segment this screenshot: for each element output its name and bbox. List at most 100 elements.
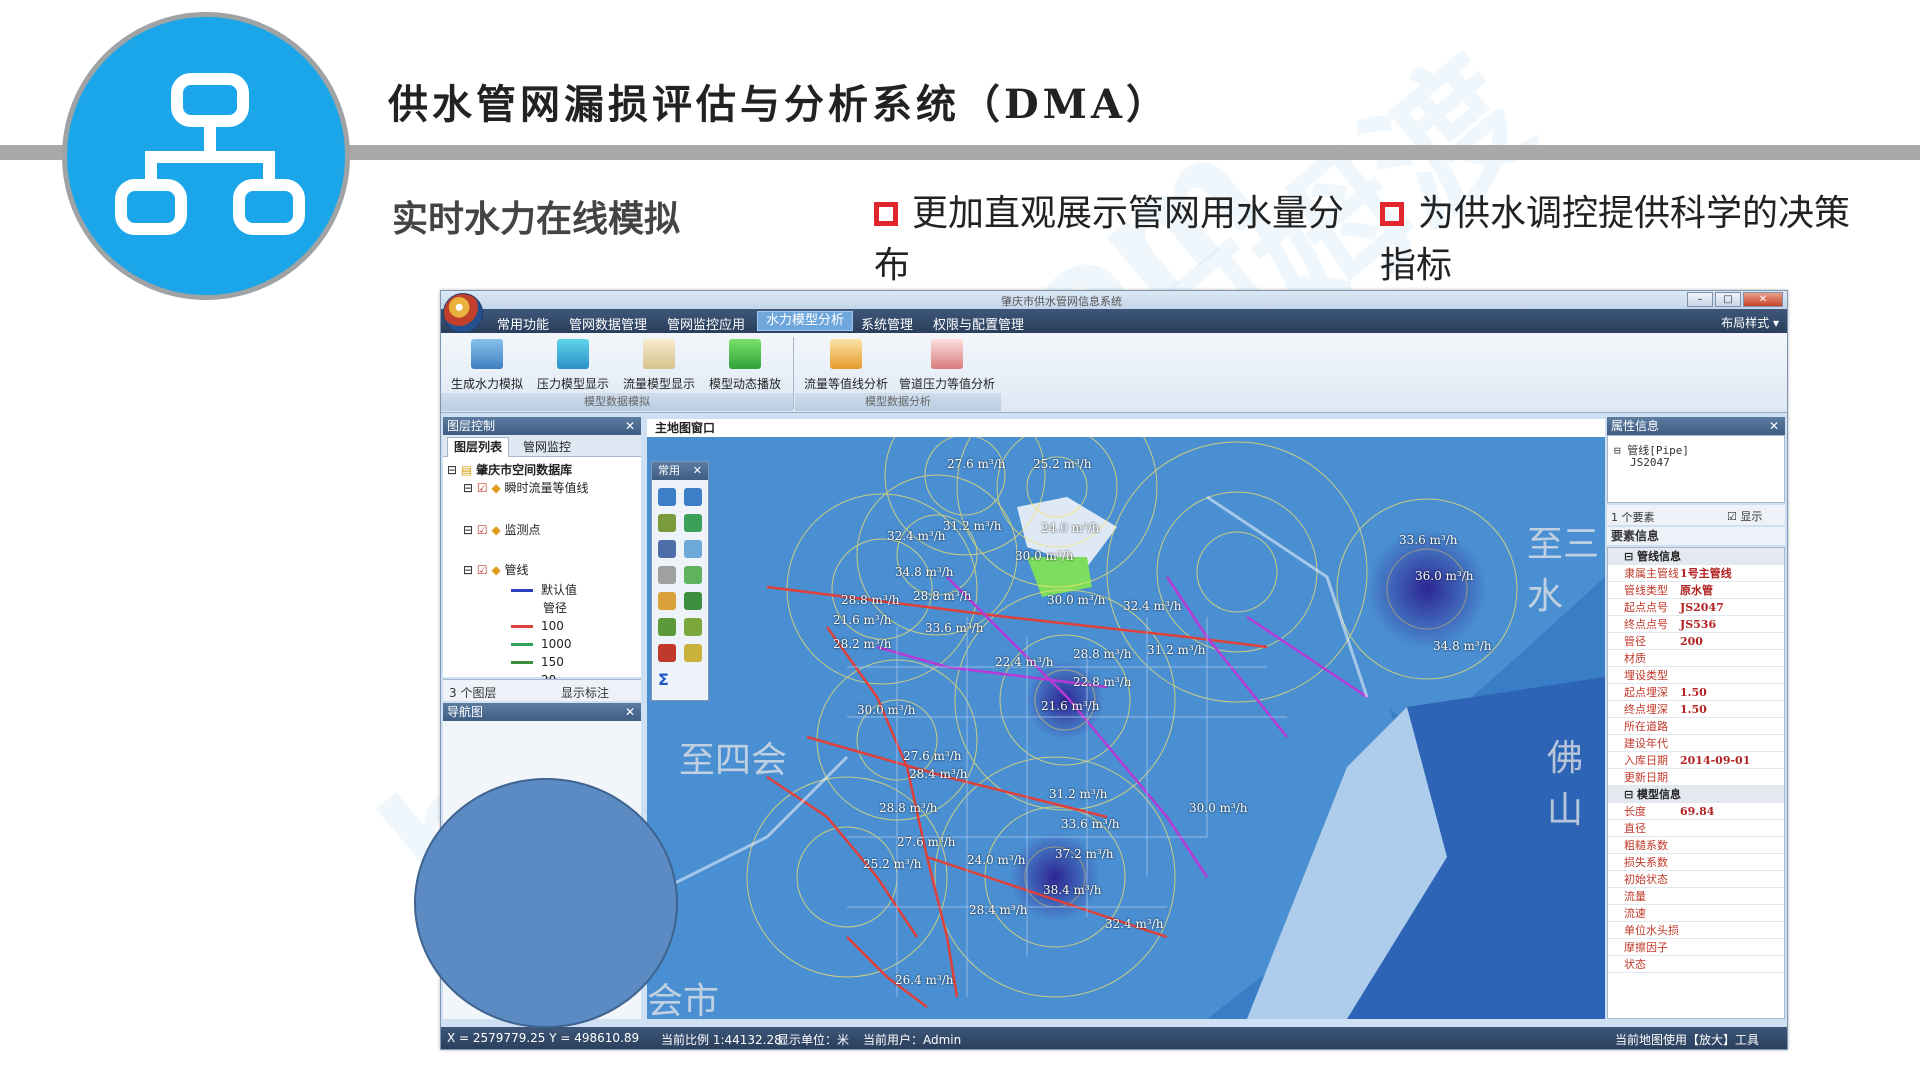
generate-simulation-button[interactable]: 生成水力模拟 [449, 339, 525, 392]
show-label-toggle[interactable]: 显示标注 [561, 684, 609, 701]
ribbon-group-label: 模型数据分析 [795, 393, 1001, 411]
buffer-icon[interactable] [684, 618, 702, 636]
property-row[interactable]: 更新日期 [1608, 769, 1784, 786]
layers-icon[interactable] [684, 540, 702, 558]
tab-network-monitor[interactable]: 管网监控 [523, 438, 571, 455]
property-key: 埋设类型 [1624, 669, 1668, 682]
property-row[interactable]: 粗糙系数 [1608, 837, 1784, 854]
property-row[interactable]: 起点点号 JS2047 [1608, 599, 1784, 616]
property-row[interactable]: 埋设类型 [1608, 667, 1784, 684]
menu-network-data[interactable]: 管网数据管理 [569, 314, 647, 333]
layout-style-dropdown[interactable]: 布局样式 ▾ [1721, 314, 1779, 331]
identify-icon[interactable] [658, 592, 676, 610]
collapse-icon[interactable]: ⊟ [463, 523, 473, 537]
property-row[interactable]: 所在道路 [1608, 718, 1784, 735]
property-row[interactable]: 损失系数 [1608, 854, 1784, 871]
property-row[interactable]: 流量 [1608, 888, 1784, 905]
logo [62, 12, 350, 300]
tree-child[interactable]: JS2047 [1630, 456, 1670, 469]
property-row[interactable]: 初始状态 [1608, 871, 1784, 888]
property-row[interactable]: 管线类型 原水管 [1608, 582, 1784, 599]
property-row[interactable]: 单位水头损 [1608, 922, 1784, 939]
menu-network-monitor[interactable]: 管网监控应用 [667, 314, 745, 333]
property-key: 起点点号 [1624, 601, 1668, 614]
select-icon[interactable] [658, 566, 676, 584]
minimize-button[interactable]: – [1687, 292, 1713, 307]
query-icon[interactable] [684, 592, 702, 610]
legend-label: 1000 [541, 637, 572, 651]
play-forward-icon [729, 339, 761, 369]
tab-layer-list[interactable]: 图层列表 [447, 437, 510, 457]
property-row[interactable]: 流速 [1608, 905, 1784, 922]
property-group[interactable]: ⊟ 管线信息 [1608, 548, 1784, 565]
close-icon[interactable]: ✕ [625, 417, 635, 435]
property-key: 入库日期 [1624, 754, 1668, 767]
flow-label: 33.6 m³/h [1061, 817, 1120, 831]
collapse-icon[interactable]: ⊟ [447, 463, 457, 477]
panel-title: 属性信息 [1611, 419, 1660, 433]
close-button[interactable]: ✕ [1743, 292, 1783, 307]
tree-root-label: 肇庆市空间数据库 [476, 463, 573, 477]
ribbon: 生成水力模拟 压力模型显示 流量模型显示 模型动态播放 流量等值线分析 管道压力… [441, 333, 1787, 413]
property-grid: ⊟ 管线信息 隶属主管线 1号主管线 管线类型 原水管 起点点号 JS2047 终点点… [1607, 547, 1785, 1019]
property-row[interactable]: 隶属主管线 1号主管线 [1608, 565, 1784, 582]
flow-model-button[interactable]: 流量模型显示 [621, 339, 697, 392]
flow-label: 28.8 m³/h [841, 593, 900, 607]
pressure-contour-button[interactable]: 管道压力等值分析 [899, 339, 995, 392]
property-row[interactable]: 材质 [1608, 650, 1784, 667]
bullet-text: 更加直观展示管网用水量分布 [874, 193, 1345, 286]
property-row[interactable]: 终点点号 JS536 [1608, 616, 1784, 633]
menu-hydraulic-model[interactable]: 水力模型分析 [757, 311, 854, 331]
sum-icon[interactable]: Σ [658, 670, 676, 689]
pressure-model-button[interactable]: 压力模型显示 [535, 339, 611, 392]
close-icon[interactable]: ✕ [1769, 417, 1779, 435]
panel-title: 导航图 [447, 705, 484, 719]
close-icon[interactable]: ✕ [693, 462, 702, 480]
property-row[interactable]: 起点埋深 1.50 [1608, 684, 1784, 701]
measure-icon[interactable] [658, 618, 676, 636]
property-row[interactable]: 入库日期 2014-09-01 [1608, 752, 1784, 769]
collapse-icon[interactable]: ⊟ [463, 481, 473, 495]
flow-label: 21.6 m³/h [1041, 699, 1100, 713]
property-group[interactable]: ⊟ 模型信息 [1608, 786, 1784, 803]
flow-label: 38.4 m³/h [1043, 883, 1102, 897]
globe-icon[interactable] [684, 514, 702, 532]
close-icon[interactable]: ✕ [625, 703, 635, 721]
pressure-map-icon [557, 339, 589, 369]
flow-label: 36.0 m³/h [1415, 569, 1474, 583]
checkbox[interactable]: ☑ [477, 481, 488, 495]
flow-label: 28.2 m³/h [833, 637, 892, 651]
property-value: 原水管 [1680, 584, 1713, 597]
collapse-icon[interactable]: ⊟ [463, 563, 473, 577]
checkbox[interactable]: ☑ [477, 523, 488, 537]
menu-permissions[interactable]: 权限与配置管理 [933, 314, 1024, 333]
menu-system[interactable]: 系统管理 [861, 314, 913, 333]
property-row[interactable]: 长度 69.84 [1608, 803, 1784, 820]
pan-icon[interactable] [658, 514, 676, 532]
flow-label: 30.0 m³/h [857, 703, 916, 717]
zoom-in-icon[interactable] [658, 488, 676, 506]
checkbox-label: 显示 [1740, 510, 1763, 523]
zoom-out-icon[interactable] [684, 488, 702, 506]
flow-contour-button[interactable]: 流量等值线分析 [801, 339, 891, 392]
maximize-button[interactable]: □ [1715, 292, 1741, 307]
checkbox[interactable]: ☑ [477, 563, 488, 577]
app-orb-icon[interactable] [443, 293, 483, 333]
show-checkbox[interactable]: ☑ 显示 [1727, 508, 1762, 524]
property-row[interactable]: 建设年代 [1608, 735, 1784, 752]
chart-icon[interactable] [658, 540, 676, 558]
property-row[interactable]: 管径 200 [1608, 633, 1784, 650]
table-icon[interactable] [684, 566, 702, 584]
property-row[interactable]: 直径 [1608, 820, 1784, 837]
property-row[interactable]: 终点埋深 1.50 [1608, 701, 1784, 718]
main-map[interactable]: 至四会 佛山 会市 至三水 27.6 m³/h 25.2 m³/h 32.4 m… [647, 437, 1605, 1019]
clear-icon[interactable] [658, 644, 676, 662]
model-playback-button[interactable]: 模型动态播放 [707, 339, 783, 392]
property-row[interactable]: 摩擦因子 [1608, 939, 1784, 956]
property-key: 起点埋深 [1624, 686, 1668, 699]
ruler-icon[interactable] [684, 644, 702, 662]
property-row[interactable]: 状态 [1608, 956, 1784, 973]
property-value: 69.84 [1680, 805, 1715, 818]
menu-common[interactable]: 常用功能 [497, 314, 549, 333]
layer-icon: ◆ [491, 523, 501, 537]
